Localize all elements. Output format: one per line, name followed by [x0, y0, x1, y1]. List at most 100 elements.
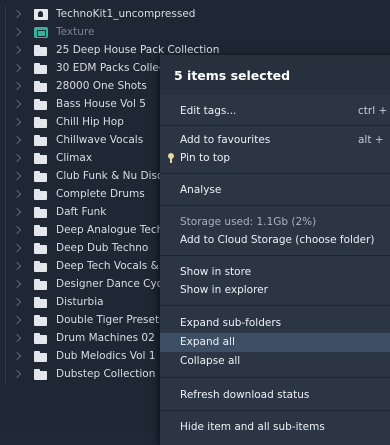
chevron-right-icon[interactable] [12, 279, 22, 289]
folder-icon [34, 63, 48, 74]
menu-item-refresh-download-status[interactable]: Refresh download status [160, 386, 390, 405]
menu-item-collapse-all[interactable]: Collapse all [160, 352, 390, 371]
menu-separator [160, 205, 390, 206]
tree-item-label: Dubstep Collection [56, 368, 156, 380]
tree-guide [5, 240, 6, 258]
pin-icon [168, 153, 174, 163]
tree-guide [5, 78, 6, 96]
menu-item-hide-item[interactable]: Hide item and all sub-items [160, 418, 390, 437]
menu-item-pin-to-top[interactable]: Pin to top [160, 149, 390, 168]
tree-item-label: Climax [56, 152, 93, 164]
menu-item-label: Refresh download status [180, 389, 310, 401]
chevron-right-icon[interactable] [12, 45, 22, 55]
folder-icon [34, 351, 48, 362]
context-menu-title: 5 items selected [174, 68, 291, 83]
chevron-right-icon[interactable] [12, 63, 22, 73]
menu-item-label: Expand all [180, 336, 235, 348]
chevron-right-icon[interactable] [12, 243, 22, 253]
menu-separator [160, 410, 390, 411]
chevron-right-icon[interactable] [12, 207, 22, 217]
folder-icon [34, 261, 48, 272]
menu-item-add-to-cloud-storage[interactable]: Add to Cloud Storage (choose folder) [160, 231, 390, 250]
tree-guide [5, 348, 6, 366]
context-menu-header: 5 items selected [160, 55, 390, 95]
tree-guide [5, 42, 6, 60]
menu-item-label: Collapse all [180, 355, 241, 367]
chevron-right-icon[interactable] [12, 117, 22, 127]
menu-item-label: Storage used: 1.1Gb (2%) [180, 216, 317, 228]
chevron-right-icon[interactable] [12, 171, 22, 181]
folder-icon [34, 297, 48, 308]
folder-icon [34, 333, 48, 344]
menu-item-expand-sub-folders[interactable]: Expand sub-folders [160, 314, 390, 333]
folder-icon [34, 207, 48, 218]
tree-guide [5, 114, 6, 132]
tree-item-label: Dub Melodics Vol 1 [56, 350, 156, 362]
menu-item-shortcut: alt + [358, 134, 384, 146]
menu-item-label: Add to Cloud Storage (choose folder) [180, 234, 375, 246]
folder-icon [34, 189, 48, 200]
tree-item-label: Disturbia [56, 296, 104, 308]
tree-item-label: Double Tiger Presets [56, 314, 165, 326]
chevron-right-icon[interactable] [12, 351, 22, 361]
folder-icon [34, 369, 48, 380]
menu-separator [160, 305, 390, 306]
tree-item-label: Chillwave Vocals [56, 134, 144, 146]
chevron-right-icon[interactable] [12, 315, 22, 325]
tree-guide [5, 96, 6, 114]
chevron-right-icon[interactable] [12, 333, 22, 343]
tree-guide [5, 168, 6, 186]
chevron-right-icon[interactable] [12, 297, 22, 307]
menu-item-add-to-favourites[interactable]: Add to favourites alt + [160, 131, 390, 150]
menu-item-label: Show in store [180, 266, 252, 278]
chevron-right-icon[interactable] [12, 135, 22, 145]
folder-icon [34, 225, 48, 236]
tree-guide [5, 24, 6, 42]
tree-item-label: TechnoKit1_uncompressed [56, 8, 196, 20]
tree-guide [5, 132, 6, 150]
folder-icon [34, 45, 48, 56]
menu-separator [160, 255, 390, 256]
tree-guide [5, 366, 6, 384]
texture-icon [34, 27, 48, 38]
menu-item-show-in-store[interactable]: Show in store [160, 263, 390, 282]
chevron-right-icon[interactable] [12, 225, 22, 235]
menu-item-label: Hide item and all sub-items [180, 421, 325, 433]
menu-item-expand-all[interactable]: Expand all [160, 333, 390, 352]
chevron-right-icon[interactable] [12, 261, 22, 271]
folder-icon [34, 315, 48, 326]
menu-item-show-in-explorer[interactable]: Show in explorer [160, 281, 390, 300]
folder-icon [34, 171, 48, 182]
folder-icon [34, 135, 48, 146]
tree-guide [5, 204, 6, 222]
tree-item-label: Daft Funk [56, 206, 107, 218]
tree-item[interactable]: TechnoKit1_uncompressed [0, 6, 390, 24]
menu-item-label: Add to favourites [180, 134, 271, 146]
chevron-right-icon[interactable] [12, 369, 22, 379]
context-menu: 5 items selected Edit tags... ctrl + Add… [160, 55, 390, 445]
tree-item-label: Drum Machines 02 [56, 332, 155, 344]
chevron-right-icon[interactable] [12, 81, 22, 91]
tree-item[interactable]: Texture [0, 24, 390, 42]
chevron-right-icon[interactable] [12, 99, 22, 109]
kit-icon [34, 9, 48, 20]
chevron-right-icon[interactable] [12, 9, 22, 19]
menu-item-label: Pin to top [180, 152, 231, 164]
folder-icon [34, 153, 48, 164]
tree-item-label: Bass House Vol 5 [56, 98, 146, 110]
menu-separator [160, 377, 390, 378]
chevron-right-icon[interactable] [12, 27, 22, 37]
tree-guide [5, 312, 6, 330]
folder-icon [34, 279, 48, 290]
folder-icon [34, 117, 48, 128]
chevron-right-icon[interactable] [12, 153, 22, 163]
tree-guide [5, 6, 6, 24]
menu-item-analyse[interactable]: Analyse [160, 181, 390, 200]
chevron-right-icon[interactable] [12, 189, 22, 199]
tree-guide [5, 222, 6, 240]
tree-item-label: Texture [56, 26, 95, 38]
tree-item-label: Deep Analogue Techno [56, 224, 177, 236]
menu-item-shortcut: ctrl + [358, 105, 388, 117]
folder-icon [34, 99, 48, 110]
menu-item-edit-tags[interactable]: Edit tags... ctrl + [160, 102, 390, 121]
